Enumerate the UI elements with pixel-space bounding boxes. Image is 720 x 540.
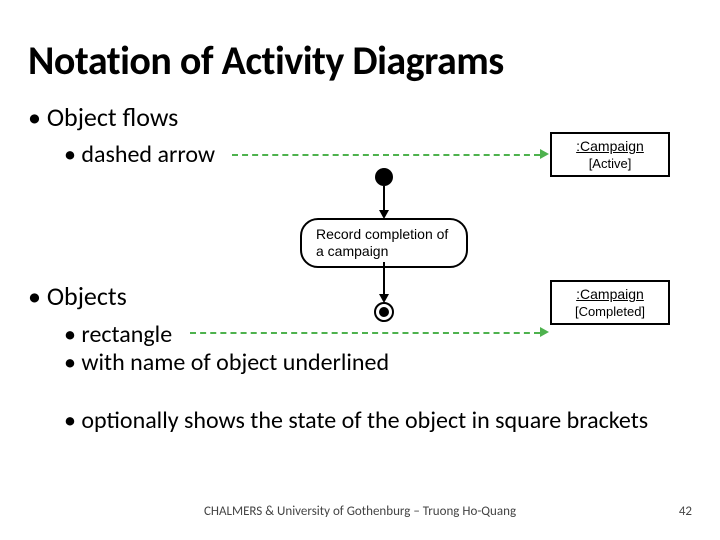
- object-name: :Campaign: [562, 138, 658, 154]
- initial-node-icon: [375, 168, 393, 186]
- dashed-arrow-1: [232, 154, 540, 156]
- slide-title: Notation of Activity Diagrams: [28, 36, 504, 85]
- bullet-object-flows: Object flows: [28, 101, 178, 133]
- object-name: :Campaign: [562, 286, 658, 302]
- slide: Notation of Activity Diagrams Object flo…: [0, 0, 720, 540]
- object-node-completed: :Campaign [Completed]: [550, 280, 670, 325]
- bullet-state-brackets: optionally shows the state of the object…: [64, 407, 648, 435]
- bullet-name-underlined: with name of object underlined: [64, 349, 389, 377]
- arrow-activity-to-final: [383, 262, 385, 296]
- final-node-inner-icon: [379, 307, 389, 317]
- final-node-icon: [374, 302, 394, 322]
- bullet-rectangle: rectangle: [64, 320, 172, 349]
- footer-text: CHALMERS & University of Gothenburg – Tr…: [0, 504, 720, 519]
- page-number: 42: [679, 504, 692, 519]
- bullet-objects: Objects: [28, 280, 127, 312]
- object-state: [Active]: [562, 156, 658, 171]
- dashed-arrowhead-icon: [540, 149, 549, 159]
- bullet-dashed-arrow: dashed arrow: [64, 140, 215, 169]
- dashed-arrowhead-icon: [540, 327, 549, 337]
- object-node-active: :Campaign [Active]: [550, 132, 670, 177]
- arrow-initial-to-activity: [383, 186, 385, 212]
- object-state: [Completed]: [562, 304, 658, 319]
- activity-label: Record completion of a campaign: [316, 226, 448, 259]
- dashed-arrow-2: [190, 332, 540, 334]
- activity-node: Record completion of a campaign: [300, 218, 468, 268]
